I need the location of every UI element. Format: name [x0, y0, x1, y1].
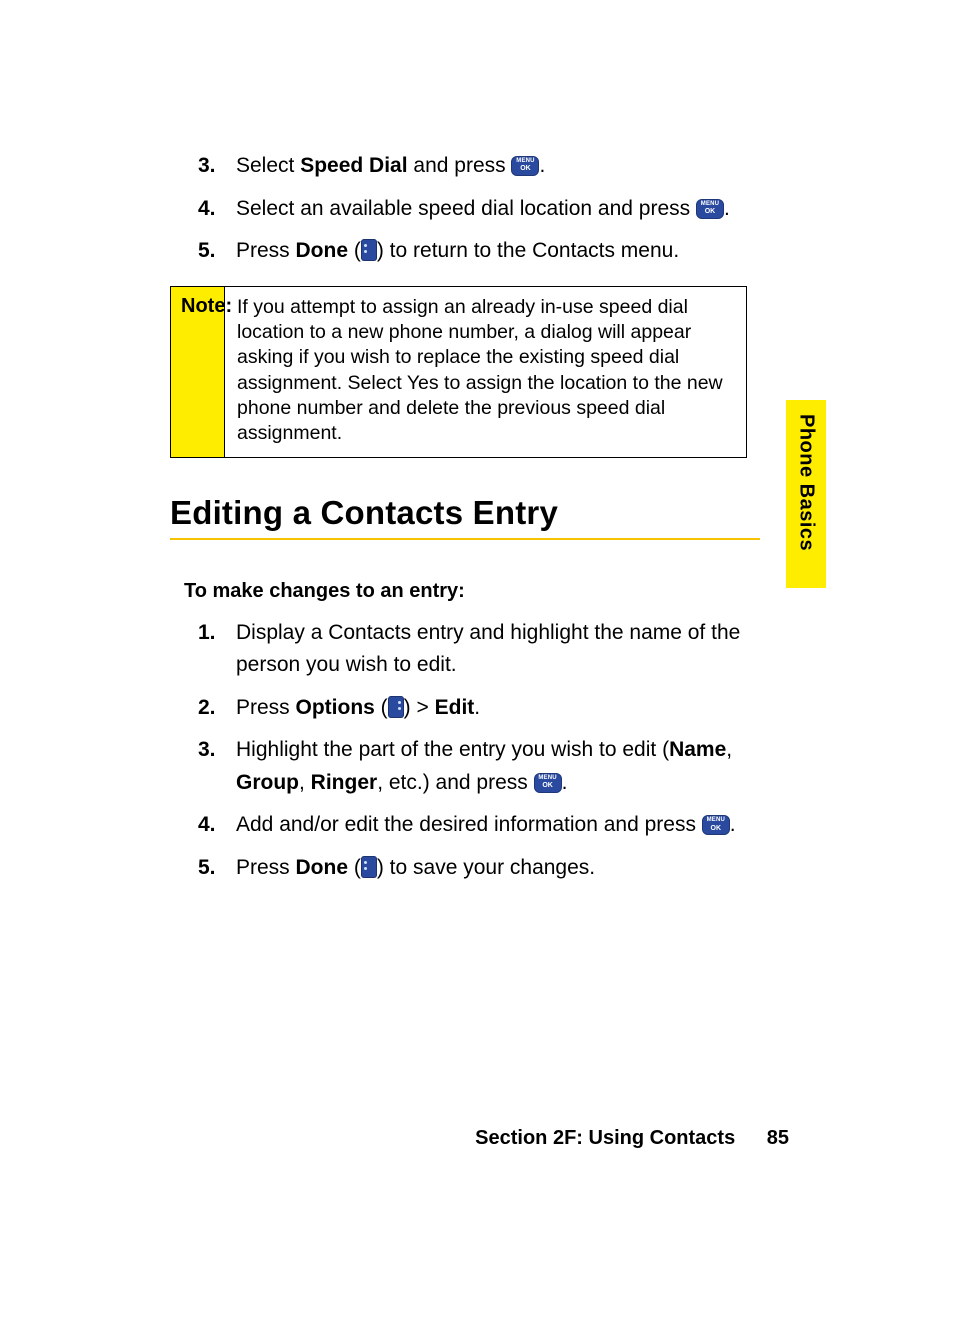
thumb-tab: Phone Basics [786, 400, 826, 588]
page-footer: Section 2F: Using Contacts 85 [0, 1127, 954, 1150]
note-box: Note: If you attempt to assign an alread… [170, 286, 747, 458]
content-area: 3.Select Speed Dial and press . 4.Select … [170, 150, 760, 885]
step-number: 3. [198, 150, 216, 183]
left-softkey-icon [361, 856, 377, 878]
edit-steps-list: 1.Display a Contacts entry and highlight… [170, 617, 760, 885]
menu-ok-key-icon [702, 815, 730, 835]
menu-ok-key-icon [696, 199, 724, 219]
step-number: 4. [198, 809, 216, 842]
thumb-tab-label: Phone Basics [795, 414, 818, 551]
list-item: 3.Select Speed Dial and press . [170, 150, 760, 183]
bold-text: Done [296, 239, 349, 262]
section-heading: Editing a Contacts Entry [170, 494, 760, 532]
list-item: 5.Press Done () to save your changes. [170, 852, 760, 885]
bold-text: Ringer [311, 771, 378, 794]
menu-ok-key-icon [534, 773, 562, 793]
bold-text: Done [296, 856, 349, 879]
bold-text: Name [669, 738, 726, 761]
heading-rule [170, 538, 760, 540]
bold-text: Options [296, 696, 375, 719]
footer-section: Section 2F: Using Contacts [475, 1127, 735, 1149]
list-item: 1.Display a Contacts entry and highlight… [170, 617, 760, 682]
step-number: 3. [198, 734, 216, 767]
bold-text: Speed Dial [300, 154, 407, 177]
list-item: 3.Highlight the part of the entry you wi… [170, 734, 760, 799]
footer-page-number: 85 [767, 1127, 789, 1149]
list-item: 2.Press Options () > Edit. [170, 692, 760, 725]
document-page: Phone Basics 3.Select Speed Dial and pre… [0, 0, 954, 1336]
top-steps-list: 3.Select Speed Dial and press . 4.Select … [170, 150, 760, 268]
list-item: 5.Press Done () to return to the Contact… [170, 235, 760, 268]
bold-text: Edit [435, 696, 475, 719]
step-number: 2. [198, 692, 216, 725]
step-number: 5. [198, 852, 216, 885]
subheading: To make changes to an entry: [184, 580, 760, 603]
left-softkey-icon [361, 239, 377, 261]
list-item: 4.Add and/or edit the desired informatio… [170, 809, 760, 842]
list-item: 4.Select an available speed dial locatio… [170, 193, 760, 226]
bold-text: Group [236, 771, 299, 794]
note-label: Note: [171, 287, 225, 457]
menu-ok-key-icon [511, 156, 539, 176]
step-number: 1. [198, 617, 216, 650]
right-softkey-icon [388, 696, 404, 718]
step-number: 4. [198, 193, 216, 226]
note-body: If you attempt to assign an already in-u… [225, 287, 746, 457]
step-number: 5. [198, 235, 216, 268]
